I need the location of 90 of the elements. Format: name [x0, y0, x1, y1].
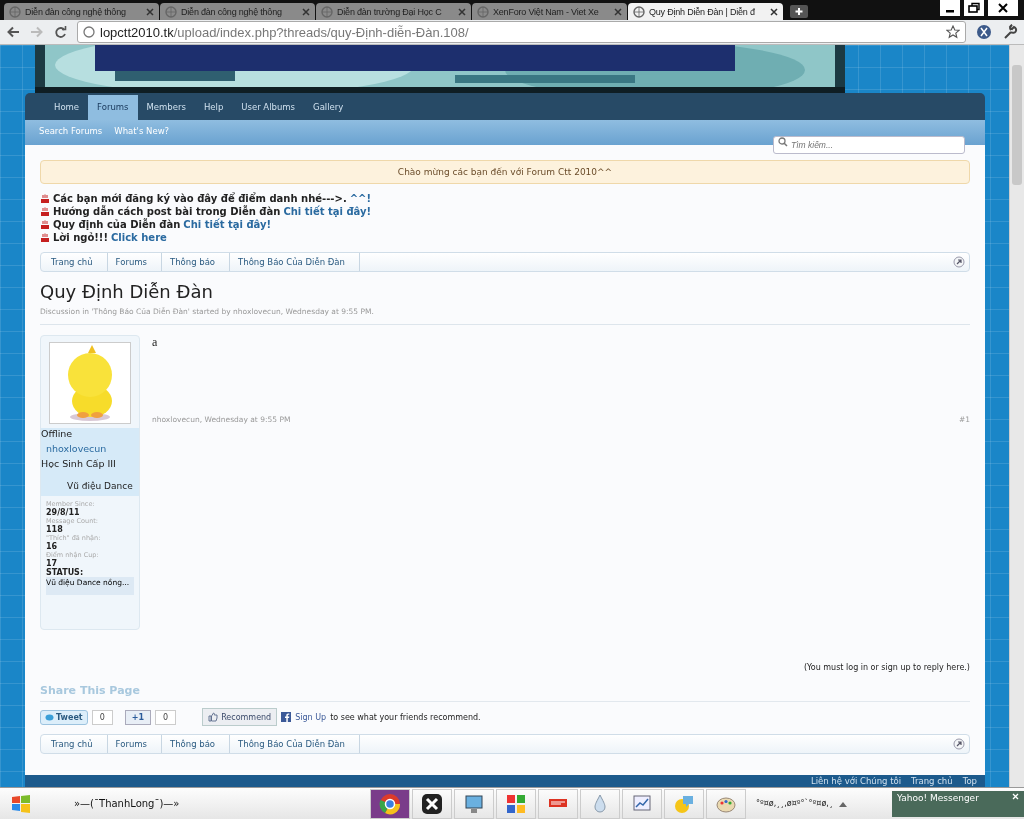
browser-icon — [379, 792, 401, 815]
footer-link[interactable]: Trang chủ — [911, 776, 953, 786]
browser-tab[interactable]: Diễn đàn công nghệ thông — [160, 3, 315, 20]
globe-icon — [633, 5, 645, 18]
stat-value: 29/8/11 — [46, 508, 81, 517]
jump-arrow-icon[interactable] — [953, 256, 965, 268]
reply-note: (You must log in or sign up to reply here.) — [802, 663, 970, 672]
x-icon — [421, 792, 443, 815]
bullet-icon — [40, 206, 50, 217]
globe-icon — [165, 5, 177, 18]
taskbar-button[interactable] — [370, 788, 410, 819]
breadcrumb-link[interactable]: Trang chủ — [43, 253, 108, 271]
search-icon — [778, 137, 788, 147]
nav-tab[interactable]: Forums — [88, 95, 138, 120]
extension-icon[interactable] — [976, 24, 992, 40]
online-status: Offline — [41, 428, 74, 439]
tweet-count: 0 — [91, 709, 113, 725]
breadcrumb-link[interactable]: Trang chủ — [43, 735, 108, 753]
facebook-icon — [281, 712, 292, 722]
nav-tab[interactable]: User Albums — [232, 95, 305, 120]
browser-tab[interactable]: Diễn đàn công nghệ thông — [4, 3, 159, 20]
new-tab-icon[interactable] — [790, 5, 808, 18]
wrench-icon[interactable] — [1002, 24, 1018, 40]
share-title: Share This Page — [40, 684, 970, 702]
taskbar-user-label[interactable]: »—(¯ThanhLong¯)—» — [40, 798, 364, 809]
globe-icon — [477, 5, 489, 18]
search-field[interactable]: Tìm kiếm... — [773, 136, 965, 154]
breadcrumb-link[interactable]: Thông báo — [162, 253, 231, 271]
announcement-link[interactable]: ^^! — [349, 192, 372, 205]
tiles-icon — [505, 792, 527, 815]
jump-arrow-icon[interactable] — [953, 738, 965, 750]
bullet-icon — [40, 232, 50, 243]
sign-up-text: to see what your friends recommend. — [330, 712, 481, 722]
scrollbar[interactable] — [1009, 45, 1024, 787]
breadcrumb-link[interactable]: Thông báo — [162, 735, 231, 753]
close-icon[interactable] — [770, 7, 778, 16]
reload-icon[interactable] — [54, 25, 67, 39]
welcome-notice: Chào mừng các bạn đến với Forum Ctt 2010^^ — [40, 160, 970, 184]
globe-icon — [9, 5, 21, 18]
nav-tab[interactable]: Gallery — [304, 95, 353, 120]
thumbs-up-icon — [208, 712, 219, 722]
plus-one-button[interactable]: +1 — [124, 709, 152, 725]
messenger-notification[interactable]: Yahoo! Messenger — [892, 790, 1024, 817]
user-custom-title: Vũ điệu Dance — [66, 481, 134, 491]
sign-up-link[interactable]: Sign Up — [295, 712, 327, 722]
nav-tab[interactable]: Members — [137, 95, 195, 120]
stat-value: 17 — [46, 559, 59, 568]
breadcrumb-link[interactable]: Forums — [107, 253, 162, 271]
tweet-button[interactable]: Tweet — [40, 709, 88, 725]
user-rank: Học Sinh Cấp III — [41, 458, 117, 469]
globe-icon — [321, 5, 333, 18]
announcement-link[interactable]: Click here — [111, 231, 167, 244]
breadcrumb-link[interactable]: Thông Báo Của Diễn Đàn — [230, 253, 360, 271]
message-text: a — [152, 335, 159, 350]
announcement-text: Lời ngỏ!!! — [53, 231, 108, 244]
footer-link[interactable]: Top — [962, 776, 977, 786]
breadcrumb-link[interactable]: Forums — [107, 735, 162, 753]
star-icon[interactable] — [946, 25, 960, 39]
bullet-icon — [40, 193, 50, 204]
caret-icon[interactable] — [838, 800, 847, 807]
footer-link[interactable]: Liên hệ với Chúng tôi — [810, 776, 902, 786]
browser-tab[interactable]: Diễn đàn trường Đại Học C — [316, 3, 471, 20]
status-label: STATUS: — [46, 568, 85, 577]
close-icon[interactable] — [988, 0, 1018, 16]
announcement-text: Các bạn mới đăng ký vào đây để điểm danh nhé--->. — [53, 192, 347, 205]
tray-text: °º¤ø,¸¸,ø¤º°`°º¤ø,¸ — [756, 799, 833, 808]
recommend-button[interactable]: Recommend — [202, 708, 278, 726]
stat-value: 118 — [46, 525, 63, 534]
bullet-icon — [40, 219, 50, 230]
address-bar[interactable]: lopctt2010.tk/upload/index.php?threads/quy-Định-diễn-Đàn.108/ — [77, 21, 966, 43]
breadcrumb-link[interactable]: Thông Báo Của Diễn Đàn — [230, 735, 360, 753]
restore-icon[interactable] — [964, 0, 984, 16]
announcement-text: Hướng dẫn cách post bài trong Diễn đàn — [53, 205, 281, 218]
nav-tab[interactable]: Help — [194, 95, 233, 120]
back-icon[interactable] — [6, 26, 20, 38]
browser-tab[interactable]: Quy Định Diễn Đàn | Diễn đ — [628, 3, 783, 20]
nav-tab[interactable]: Home — [45, 95, 89, 120]
monitor-icon — [463, 792, 485, 815]
minimize-icon[interactable] — [940, 0, 960, 16]
plus-one-count: 0 — [155, 709, 177, 725]
stat-value: 16 — [46, 542, 59, 551]
taskbar-button[interactable] — [412, 788, 452, 819]
browser-tab[interactable]: XenForo Việt Nam - Viet Xe — [472, 3, 627, 20]
notification-title: Yahoo! Messenger — [897, 792, 979, 803]
announcement-text: Quy định của Diễn đàn — [53, 218, 181, 231]
announcement-link[interactable]: Chi tiết tại đây! — [283, 205, 372, 218]
username-link[interactable]: nhoxlovecun — [41, 443, 139, 454]
thread-title: Quy Định Diễn Đàn — [40, 281, 214, 302]
announcement-link[interactable]: Chi tiết tại đây! — [183, 218, 272, 231]
page-icon — [83, 26, 95, 38]
